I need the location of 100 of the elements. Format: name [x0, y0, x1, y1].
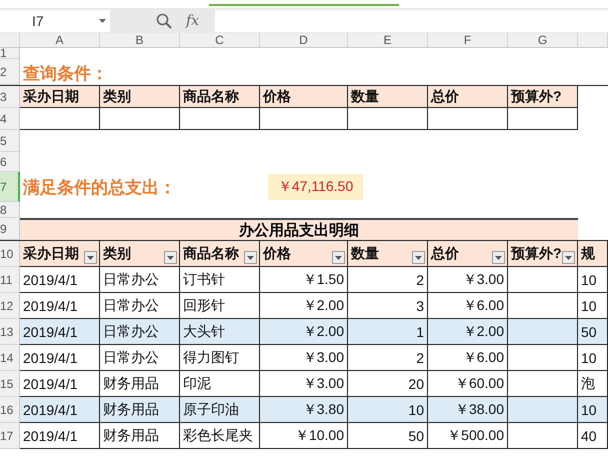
zoom-icon[interactable] [156, 12, 172, 28]
table-cell [508, 345, 578, 371]
criteria-input[interactable] [508, 108, 578, 130]
table-cell: ￥2.00 [260, 293, 348, 319]
table-cell: 印泥 [180, 371, 260, 397]
criteria-input[interactable] [348, 108, 428, 130]
table-cell: 10 [348, 397, 428, 423]
table-cell: 得力图钉 [180, 345, 260, 371]
table-cell: 2019/4/1 [20, 423, 100, 449]
table-cell: ￥2.00 [260, 319, 348, 345]
header-cell: 总价 [428, 86, 508, 108]
column-header[interactable]: F [428, 33, 508, 48]
criteria-input[interactable] [428, 108, 508, 130]
column-header[interactable]: G [508, 33, 578, 48]
filter-button[interactable] [244, 251, 257, 264]
row-number[interactable]: 8 [0, 202, 20, 218]
table-cell: 日常办公 [100, 267, 180, 293]
table-cell [508, 319, 578, 345]
row-number[interactable]: 4 [0, 108, 20, 130]
table-cell: ￥500.00 [428, 423, 508, 449]
caret-icon [335, 256, 342, 260]
table-cell: ￥1.50 [260, 267, 348, 293]
caret-icon [87, 256, 94, 260]
table-cell: 日常办公 [100, 319, 180, 345]
table-cell: ￥3.00 [260, 345, 348, 371]
total-label: 满足条件的总支出： [22, 176, 177, 198]
row-number[interactable]: 10 [0, 241, 20, 267]
header-cell: 采办日期 [20, 86, 100, 108]
table-cell: ￥6.00 [428, 293, 508, 319]
name-box[interactable]: I7 [0, 10, 110, 32]
row-number[interactable]: 16 [0, 397, 20, 423]
table-cell: ￥60.00 [428, 371, 508, 397]
table-cell: ￥3.80 [260, 397, 348, 423]
filter-button[interactable] [562, 251, 575, 264]
row-number[interactable]: 11 [0, 267, 20, 293]
table-cell: 日常办公 [100, 293, 180, 319]
caret-icon [247, 256, 254, 260]
filter-button[interactable] [84, 251, 97, 264]
caret-icon [565, 256, 572, 260]
column-header[interactable]: C [180, 33, 260, 48]
row-number[interactable]: 12 [0, 293, 20, 319]
filter-button[interactable] [412, 251, 425, 264]
table-cell: 2019/4/1 [20, 345, 100, 371]
row-number[interactable]: 14 [0, 345, 20, 371]
table-cell: 10 [578, 345, 608, 371]
header-label: 类别 [103, 244, 131, 262]
header-cell: 价格 [260, 86, 348, 108]
table-cell: 原子印油 [180, 397, 260, 423]
row-number[interactable]: 7 [0, 172, 20, 202]
query-title: 查询条件： [22, 63, 108, 85]
row-number[interactable]: 3 [0, 86, 20, 108]
header-label: 采办日期 [23, 244, 79, 262]
table-cell: ￥6.00 [428, 345, 508, 371]
row-number[interactable]: 6 [0, 152, 20, 172]
table-cell: ￥3.00 [428, 267, 508, 293]
row-number[interactable]: 17 [0, 423, 20, 449]
criteria-input[interactable] [260, 108, 348, 130]
function-label[interactable]: fx [186, 12, 200, 28]
table-cell: 2019/4/1 [20, 267, 100, 293]
table-cell: ￥2.00 [428, 319, 508, 345]
row-number[interactable]: 1 [0, 48, 20, 59]
criteria-input[interactable] [180, 108, 260, 130]
column-header[interactable]: A [20, 33, 100, 48]
table-cell: ￥10.00 [260, 423, 348, 449]
column-header[interactable]: D [260, 33, 348, 48]
row-number[interactable]: 13 [0, 319, 20, 345]
criteria-input[interactable] [20, 108, 100, 130]
table-cell: 财务用品 [100, 371, 180, 397]
table-cell: 彩色长尾夹 [180, 423, 260, 449]
column-header[interactable]: B [100, 33, 180, 48]
formula-input[interactable] [215, 10, 608, 32]
header-cell: 数量 [348, 86, 428, 108]
row-number[interactable]: 9 [0, 218, 20, 240]
table-cell: 2019/4/1 [20, 371, 100, 397]
table-cell: 泡 [578, 371, 608, 397]
caret-icon [495, 256, 502, 260]
table-cell: 回形针 [180, 293, 260, 319]
column-header[interactable]: E [348, 33, 428, 48]
criteria-input[interactable] [100, 108, 180, 130]
table-cell: 3 [348, 293, 428, 319]
header-label: 数量 [351, 244, 379, 262]
table-cell: 订书针 [180, 267, 260, 293]
table-cell: 2019/4/1 [20, 397, 100, 423]
table-cell [508, 423, 578, 449]
header-label: 预算外? [511, 244, 562, 262]
row-number[interactable]: 15 [0, 371, 20, 397]
filter-button[interactable] [332, 251, 345, 264]
row-number[interactable]: 5 [0, 130, 20, 152]
table-title: 办公用品支出明细 [20, 218, 578, 240]
filter-button[interactable] [492, 251, 505, 264]
table-cell: 10 [578, 397, 608, 423]
header-label: 规 [581, 244, 595, 262]
filter-button[interactable] [164, 251, 177, 264]
table-cell: 财务用品 [100, 397, 180, 423]
table-cell: 财务用品 [100, 423, 180, 449]
table-cell: 2 [348, 345, 428, 371]
table-cell: ￥38.00 [428, 397, 508, 423]
row-number[interactable]: 2 [0, 59, 20, 85]
table-cell: 20 [348, 371, 428, 397]
table-cell: 50 [578, 319, 608, 345]
